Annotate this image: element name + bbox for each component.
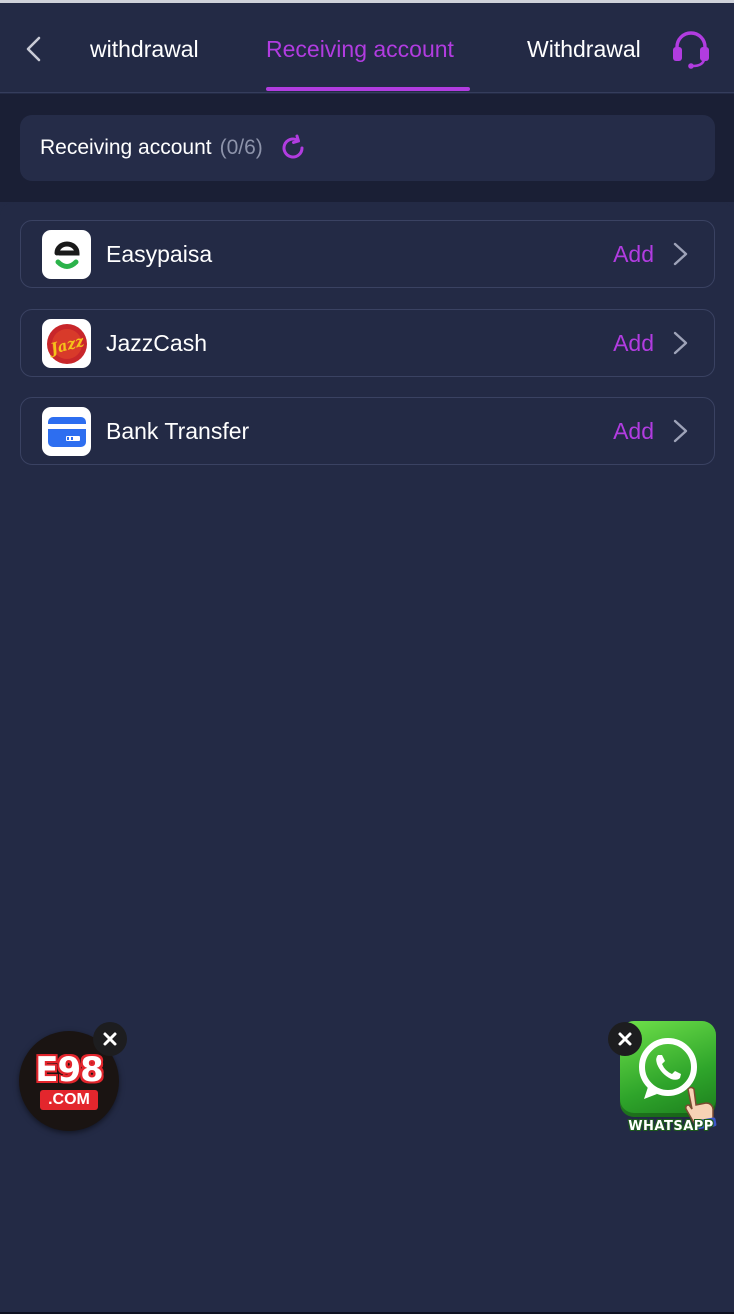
jazzcash-logo: Jazz: [42, 319, 91, 368]
back-button[interactable]: [16, 29, 50, 69]
chevron-right-icon: [673, 331, 688, 355]
chevron-right-icon: [673, 419, 688, 443]
payment-method-easypaisa[interactable]: Easypaisa Add: [20, 220, 715, 288]
chevron-right-icon: [673, 242, 688, 266]
close-icon: [103, 1032, 117, 1046]
e98-logo-text: E98: [35, 1049, 104, 1090]
refresh-button[interactable]: [277, 132, 309, 164]
top-nav-bar: withdrawal Receiving account Withdrawal: [0, 3, 734, 93]
payment-methods-panel: Easypaisa Add Jazz JazzCash Add Bank Tra…: [0, 202, 734, 1312]
method-name: Easypaisa: [106, 241, 213, 267]
payment-method-jazzcash[interactable]: Jazz JazzCash Add: [20, 309, 715, 377]
account-count: (0/6): [219, 136, 263, 159]
summary-label: Receiving account: [40, 136, 212, 159]
close-icon: [618, 1032, 632, 1046]
method-name: Bank Transfer: [106, 418, 250, 444]
headset-icon: [673, 31, 709, 69]
refresh-icon: [282, 134, 304, 159]
add-button[interactable]: Add: [613, 398, 654, 464]
customer-support-button[interactable]: [668, 28, 714, 70]
receiving-account-summary: Receiving account (0/6): [20, 115, 715, 181]
active-tab-indicator: [266, 87, 470, 91]
easypaisa-logo: [42, 230, 91, 279]
tab-withdrawal[interactable]: Withdrawal: [527, 31, 641, 67]
bank-card-icon: [42, 407, 91, 456]
chevron-left-icon: [26, 36, 41, 62]
payment-method-bank-transfer[interactable]: Bank Transfer Add: [20, 397, 715, 465]
close-whatsapp-button[interactable]: [608, 1022, 642, 1056]
tab-withdrawal-lower[interactable]: withdrawal: [90, 31, 199, 67]
e98-logo-subtext: .COM: [40, 1089, 98, 1110]
add-button[interactable]: Add: [613, 221, 654, 287]
tab-receiving-account[interactable]: Receiving account: [266, 31, 454, 67]
app-screen: withdrawal Receiving account Withdrawal …: [0, 0, 734, 1314]
whatsapp-label: WHATSAPP: [628, 1119, 714, 1134]
close-e98-badge-button[interactable]: [93, 1022, 127, 1056]
method-name: JazzCash: [106, 330, 207, 356]
add-button[interactable]: Add: [613, 310, 654, 376]
